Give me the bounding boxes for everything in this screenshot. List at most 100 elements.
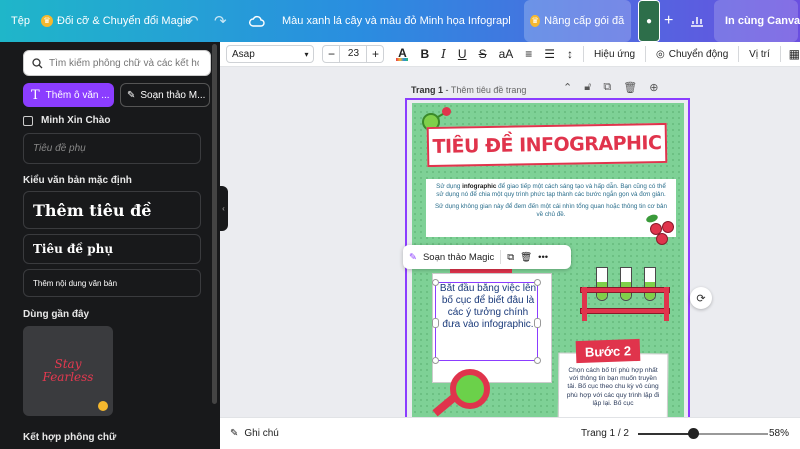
upgrade-button[interactable]: ♛ Nâng cấp gói đăn...	[524, 0, 631, 42]
page-actions: ⌃ 🔓︎ ⧉ 🗑︎ ⊕	[563, 81, 658, 94]
effects-button[interactable]: Hiệu ứng	[594, 49, 635, 60]
resize-handle[interactable]	[432, 318, 439, 328]
lock-icon[interactable]: 🔓︎	[584, 81, 591, 94]
delete-page-icon[interactable]: 🗑︎	[623, 81, 637, 94]
add-text-box-button[interactable]: T Thêm ô văn ...	[23, 83, 114, 107]
zoom-level[interactable]: 58%	[769, 428, 789, 439]
font-size-value[interactable]: 23	[339, 46, 368, 62]
recent-thumb-text: Stay Fearless	[42, 356, 94, 384]
font-size-stepper[interactable]: − 23 +	[322, 45, 385, 63]
brand-kit-row[interactable]: Minh Xin Chào	[23, 115, 110, 126]
upgrade-label: Nâng cấp gói đăn...	[544, 15, 625, 27]
recent-font-thumbnail[interactable]: Stay Fearless	[23, 326, 113, 416]
cloud-save-icon[interactable]	[249, 0, 265, 42]
add-subheading-button[interactable]: Tiêu đề phụ	[23, 234, 201, 264]
intro-paragraph-2: Sử dụng không gian này để đem đến một cá…	[434, 203, 668, 218]
file-menu[interactable]: Tệp	[11, 0, 30, 42]
intro-text-pre: Sử dụng	[436, 183, 463, 190]
transparency-icon[interactable]: ▦	[789, 47, 800, 61]
tube-rack	[580, 287, 670, 293]
top-bar: Tệp ♛ Đối cỡ & Chuyển đổi Magic ↶ ↷ Màu …	[0, 0, 800, 42]
text-color-button[interactable]: A	[396, 47, 409, 61]
zoom-slider-knob[interactable]	[687, 428, 699, 439]
magic-write-button[interactable]: ✎ Soạn thảo M...	[120, 83, 210, 107]
notes-button[interactable]: ✎ Ghi chú	[230, 428, 279, 439]
font-family-value: Asap	[232, 48, 255, 60]
brand-kit-icon	[23, 115, 33, 126]
font-family-dropdown[interactable]: Asap ▾	[226, 45, 315, 63]
crown-icon: ♛	[41, 15, 53, 27]
magic-wand-icon: ✎	[409, 251, 417, 263]
font-combinations-heading: Kết hợp phông chữ	[23, 432, 117, 443]
magic-resize-button[interactable]: ♛ Đối cỡ & Chuyển đổi Magic	[41, 0, 191, 42]
recently-used-heading: Dùng gần đây	[23, 309, 90, 320]
page-title-input[interactable]: Thêm tiêu đề trang	[451, 85, 527, 95]
animate-label: Chuyển động	[668, 48, 729, 60]
text-panel: T Thêm ô văn ... ✎ Soạn thảo M... Minh X…	[0, 42, 220, 449]
increase-size-button[interactable]: +	[367, 47, 383, 61]
add-heading-button[interactable]: Thêm tiêu đề	[23, 191, 201, 229]
animate-icon: ◎	[656, 48, 665, 60]
resize-handle[interactable]	[534, 318, 541, 328]
intro-textbox[interactable]: Sử dụng infographic để giao tiếp một các…	[426, 179, 676, 237]
add-text-box-label: Thêm ô văn ...	[45, 89, 110, 101]
avatar[interactable]: ●	[638, 0, 660, 42]
decrease-size-button[interactable]: −	[323, 47, 339, 61]
text-selection-box[interactable]	[432, 279, 541, 364]
align-icon[interactable]: ≡	[525, 47, 532, 61]
spacing-icon[interactable]: ↕	[567, 47, 573, 61]
zoom-slider[interactable]	[638, 428, 768, 439]
step2-textbox[interactable]: Chọn cách bố trí phù hợp nhất với thông …	[564, 367, 662, 408]
resize-handle[interactable]	[534, 357, 541, 364]
magnifier-graphic[interactable]	[450, 369, 490, 409]
magic-wand-icon: ✎	[127, 89, 136, 101]
add-body-text-button[interactable]: Thêm nội dung văn bản	[23, 269, 201, 297]
redo-icon[interactable]: ↷	[214, 0, 227, 42]
italic-button[interactable]: I	[441, 47, 446, 61]
molecule-atom[interactable]	[442, 107, 451, 116]
magic-resize-label: Đối cỡ & Chuyển đổi Magic	[57, 15, 191, 27]
brand-kit-name: Minh Xin Chào	[41, 115, 111, 126]
page-indicator[interactable]: Trang 1 / 2	[581, 428, 629, 439]
notes-icon: ✎	[230, 428, 239, 439]
print-with-canva-label: In cùng Canva	[725, 15, 800, 27]
collapse-panel-handle[interactable]: ‹	[219, 186, 228, 231]
strikethrough-button[interactable]: S	[479, 47, 487, 61]
page-header[interactable]: Trang 1 - Thêm tiêu đề trang	[411, 85, 526, 95]
resize-handle[interactable]	[534, 279, 541, 286]
analytics-icon[interactable]	[690, 0, 704, 42]
font-search[interactable]	[23, 50, 211, 76]
underline-button[interactable]: U	[458, 47, 467, 61]
list-icon[interactable]: ☰	[544, 47, 555, 61]
infographic-title[interactable]: TIÊU ĐỀ INFOGRAPHIC	[426, 122, 668, 168]
step2-label[interactable]: Bước 2	[575, 338, 641, 364]
bold-button[interactable]: B	[420, 47, 429, 61]
magic-write-float-button[interactable]: Soạn thảo Magic	[423, 252, 494, 263]
bottom-bar: ✎ Ghi chú Trang 1 / 2 58%	[220, 417, 800, 449]
crown-icon	[98, 401, 108, 411]
rotate-icon[interactable]: ⟳	[690, 287, 712, 309]
undo-icon[interactable]: ↶	[186, 0, 199, 42]
letter-case-button[interactable]: aA	[499, 47, 514, 61]
plus-icon[interactable]: +	[664, 0, 673, 42]
text-format-toolbar: Asap ▾ − 23 + A B I U S aA ≡ ☰ ↕ Hiệu ứn…	[220, 42, 800, 67]
print-with-canva-button[interactable]: In cùng Canva	[714, 0, 800, 42]
resize-handle[interactable]	[432, 357, 439, 364]
add-page-icon[interactable]: ⊕	[649, 81, 658, 94]
chevron-up-icon[interactable]: ⌃	[563, 81, 572, 94]
default-styles-heading: Kiểu văn bản mặc định	[23, 175, 132, 186]
more-options-icon[interactable]: •••	[538, 252, 548, 263]
brand-subtitle-style[interactable]: Tiêu đề phụ	[23, 133, 201, 164]
magic-write-label: Soạn thảo M...	[140, 89, 206, 101]
position-button[interactable]: Vị trí	[749, 49, 770, 60]
panel-scrollbar[interactable]	[212, 44, 217, 404]
design-title[interactable]: Màu xanh lá cây và màu đỏ Minh họa Infog…	[282, 0, 510, 42]
crown-icon: ♛	[530, 15, 541, 27]
animate-button[interactable]: ◎ Chuyển động	[656, 49, 728, 60]
font-search-input[interactable]	[49, 57, 199, 69]
duplicate-icon[interactable]: ⧉	[507, 252, 514, 263]
delete-icon[interactable]: 🗑︎	[520, 252, 532, 263]
resize-handle[interactable]	[432, 279, 439, 286]
page-number-label: Trang 1	[411, 85, 444, 95]
duplicate-page-icon[interactable]: ⧉	[603, 81, 611, 94]
